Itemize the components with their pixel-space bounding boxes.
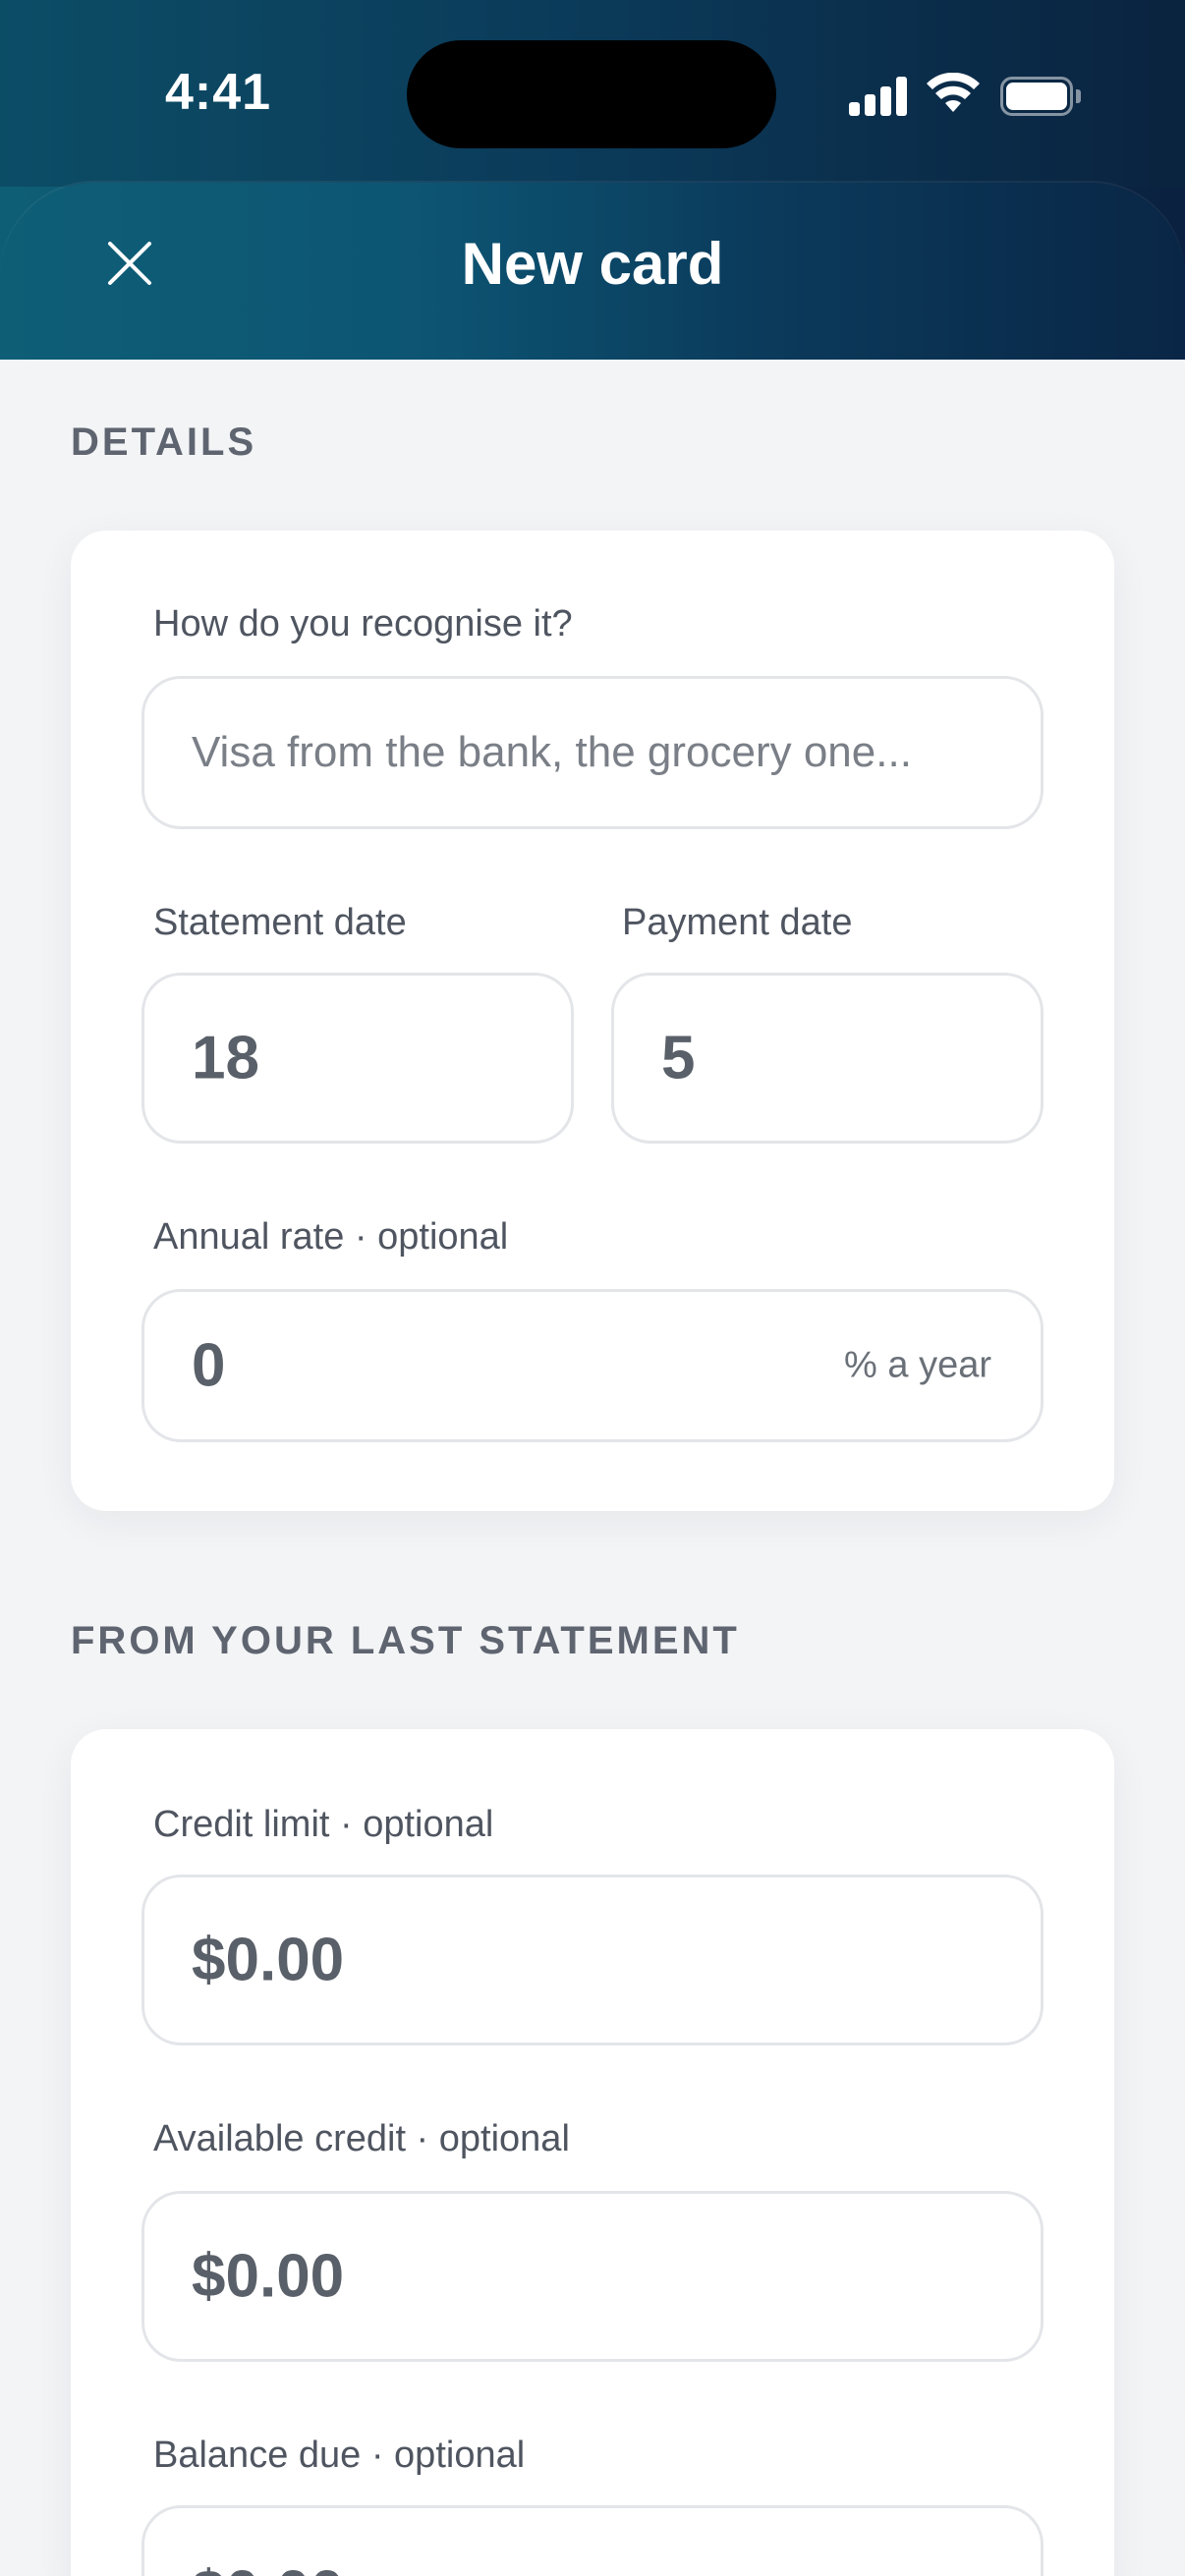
nickname-label: How do you recognise it? — [153, 603, 573, 644]
balance-due-field[interactable]: $0.00 — [141, 2505, 1044, 2576]
annual-rate-value: 0 — [192, 1331, 226, 1400]
credit-limit-label: Credit limit · optional — [153, 1804, 494, 1845]
credit-limit-field[interactable]: $0.00 — [141, 1875, 1044, 2045]
annual-rate-suffix: % a year — [844, 1344, 991, 1386]
battery-icon — [1000, 77, 1081, 116]
annual-rate-label: Annual rate · optional — [153, 1216, 509, 1258]
available-credit-value: $0.00 — [192, 2242, 345, 2311]
details-card: How do you recognise it? Visa from the b… — [71, 531, 1114, 1511]
payment-date-label: Payment date — [622, 902, 853, 943]
dynamic-island — [407, 40, 776, 148]
status-time: 4:41 — [165, 64, 272, 121]
statement-date-field[interactable]: 18 — [141, 973, 574, 1144]
nickname-placeholder: Visa from the bank, the grocery one... — [192, 728, 912, 776]
section-label-statement: FROM YOUR LAST STATEMENT — [71, 1619, 740, 1662]
payment-date-field[interactable]: 5 — [611, 973, 1044, 1144]
statement-card: Credit limit · optional $0.00 Available … — [71, 1729, 1114, 2576]
available-credit-label: Available credit · optional — [153, 2118, 570, 2159]
balance-due-label: Balance due · optional — [153, 2435, 526, 2476]
wifi-icon — [927, 73, 980, 112]
statement-date-label: Statement date — [153, 902, 407, 943]
nickname-field[interactable]: Visa from the bank, the grocery one... — [141, 676, 1044, 829]
balance-due-value: $0.00 — [192, 2558, 344, 2576]
page-title: New card — [461, 231, 724, 297]
credit-limit-value: $0.00 — [192, 1926, 345, 1994]
section-label-details: DETAILS — [71, 420, 257, 464]
statement-date-value: 18 — [192, 1024, 259, 1092]
annual-rate-field[interactable]: 0 % a year — [141, 1289, 1044, 1442]
available-credit-field[interactable]: $0.00 — [141, 2191, 1044, 2362]
cellular-signal-icon — [849, 77, 908, 116]
payment-date-value: 5 — [661, 1024, 696, 1092]
